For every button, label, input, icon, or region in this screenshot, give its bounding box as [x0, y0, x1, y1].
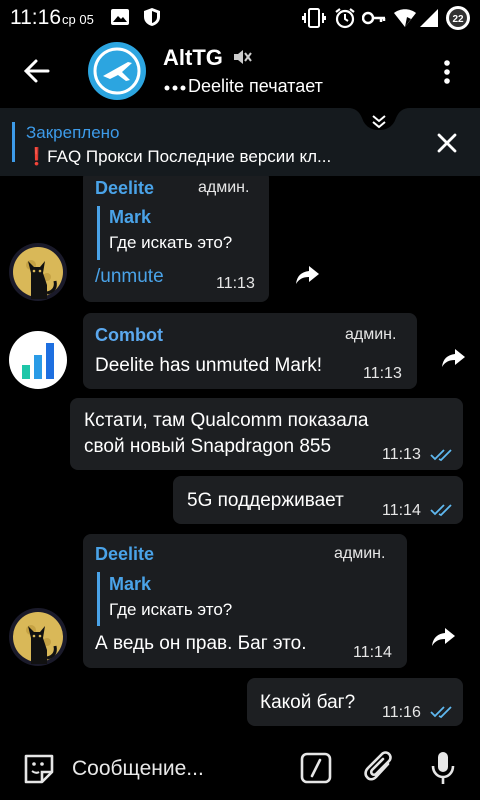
voice-record-button[interactable]: [430, 750, 456, 786]
read-ticks-icon: [430, 705, 456, 724]
message-time: 11:13: [363, 365, 402, 382]
cat-moon-avatar-icon: [9, 243, 67, 301]
pinned-close-button[interactable]: [434, 130, 460, 156]
message-text-line: Кстати, там Qualcomm показала: [84, 410, 369, 431]
admin-badge: админ.: [345, 326, 397, 343]
reply-text: Где искать это?: [109, 233, 233, 252]
signal-icon: [419, 7, 439, 34]
status-time: 11:16: [10, 6, 61, 29]
reply-sender: Mark: [109, 574, 152, 594]
status-date: ср 05: [62, 12, 94, 27]
image-icon: [110, 7, 130, 32]
admin-badge: админ.: [198, 179, 250, 196]
back-button[interactable]: [22, 56, 52, 86]
reply-sender: Mark: [109, 207, 152, 227]
message-bubble[interactable]: Кстати, там Qualcomm показала свой новый…: [70, 398, 463, 470]
attach-button[interactable]: [364, 750, 396, 786]
share-arrow-icon: [296, 266, 319, 284]
chat-title: AltTG: [163, 45, 223, 70]
avatar[interactable]: [9, 608, 67, 666]
message-bubble[interactable]: 5G поддерживает 11:14: [173, 476, 463, 524]
admin-badge: админ.: [334, 545, 386, 562]
combot-bars-icon: [22, 343, 54, 379]
command-link[interactable]: /unmute: [95, 264, 164, 290]
share-arrow-icon: [432, 628, 455, 646]
key-icon: [361, 7, 386, 34]
pinned-accent-bar: [12, 122, 15, 162]
message-sender: Deelite: [95, 544, 155, 564]
message-text: Deelite has unmuted Mark!: [95, 355, 323, 376]
message-time: 11:14: [353, 644, 392, 661]
chat-avatar[interactable]: [88, 42, 146, 100]
reply-accent-bar: [97, 206, 100, 260]
svg-text:22: 22: [452, 14, 464, 25]
chat-header: AltTG Deelite печатает: [0, 36, 480, 108]
message-sender: Combot: [95, 325, 163, 345]
close-icon: [437, 133, 457, 153]
alarm-icon: [334, 7, 356, 34]
slash-command-icon: [300, 752, 332, 784]
emoji-button[interactable]: [22, 752, 56, 786]
muted-icon: [232, 48, 252, 71]
reply-accent-bar: [97, 572, 100, 626]
avatar[interactable]: [9, 243, 67, 301]
more-menu-button[interactable]: [437, 58, 457, 88]
wifi-icon: [393, 7, 417, 34]
message-bubble[interactable]: Combot админ. Deelite has unmuted Mark! …: [83, 313, 417, 389]
pinned-text: ❗FAQ Прокси Последние версии кл...: [26, 147, 332, 166]
message-time: 11:14: [382, 502, 421, 519]
message-bubble[interactable]: Какой баг? 11:16: [247, 678, 463, 726]
arrow-left-icon: [23, 59, 50, 83]
read-ticks-icon: [430, 448, 456, 467]
message-time: 11:16: [382, 704, 421, 721]
message-text: Какой баг?: [260, 692, 356, 713]
bot-commands-button[interactable]: [300, 752, 332, 784]
pinned-label: Закреплено: [26, 123, 120, 142]
vibrate-icon: [302, 7, 326, 34]
read-ticks-icon: [430, 503, 456, 522]
message-text-line: свой новый Snapdragon 855: [84, 436, 332, 457]
avatar[interactable]: [9, 331, 67, 389]
share-arrow-icon: [442, 349, 465, 367]
share-button[interactable]: [295, 264, 321, 286]
message-text: А ведь он прав. Баг это.: [95, 633, 307, 654]
reply-text: Где искать это?: [109, 600, 233, 619]
message-input[interactable]: Сообщение...: [72, 757, 204, 781]
message-text: 5G поддерживает: [187, 490, 344, 511]
cat-moon-avatar-icon: [9, 608, 67, 666]
more-vertical-icon: [444, 60, 450, 84]
share-button[interactable]: [441, 347, 467, 369]
plane-logo-icon: [93, 47, 141, 95]
double-chevron-down-icon: [348, 108, 410, 130]
typing-dots-icon: [164, 76, 188, 97]
paperclip-icon: [364, 751, 392, 781]
message-input-bar: Сообщение...: [0, 740, 480, 800]
battery-icon: 22: [444, 5, 472, 36]
message-time: 11:13: [382, 446, 421, 463]
message-bubble[interactable]: Deelite админ. Mark Где искать это? /unm…: [83, 176, 269, 302]
message-sender: Deelite: [95, 178, 155, 198]
typing-status: Deelite печатает: [188, 76, 323, 96]
shield-icon: [143, 7, 161, 32]
sticker-icon: [24, 754, 54, 784]
status-bar: 11:16 ср 05 22: [0, 0, 480, 36]
microphone-icon: [431, 752, 455, 784]
share-button[interactable]: [431, 626, 457, 648]
message-time: 11:13: [216, 275, 255, 292]
message-bubble[interactable]: Deelite админ. Mark Где искать это? А ве…: [83, 534, 407, 668]
message-list[interactable]: Deelite админ. Mark Где искать это? /unm…: [0, 176, 480, 740]
chat-subtitle: Deelite печатает: [164, 76, 323, 97]
pinned-expand-button[interactable]: [348, 108, 410, 138]
